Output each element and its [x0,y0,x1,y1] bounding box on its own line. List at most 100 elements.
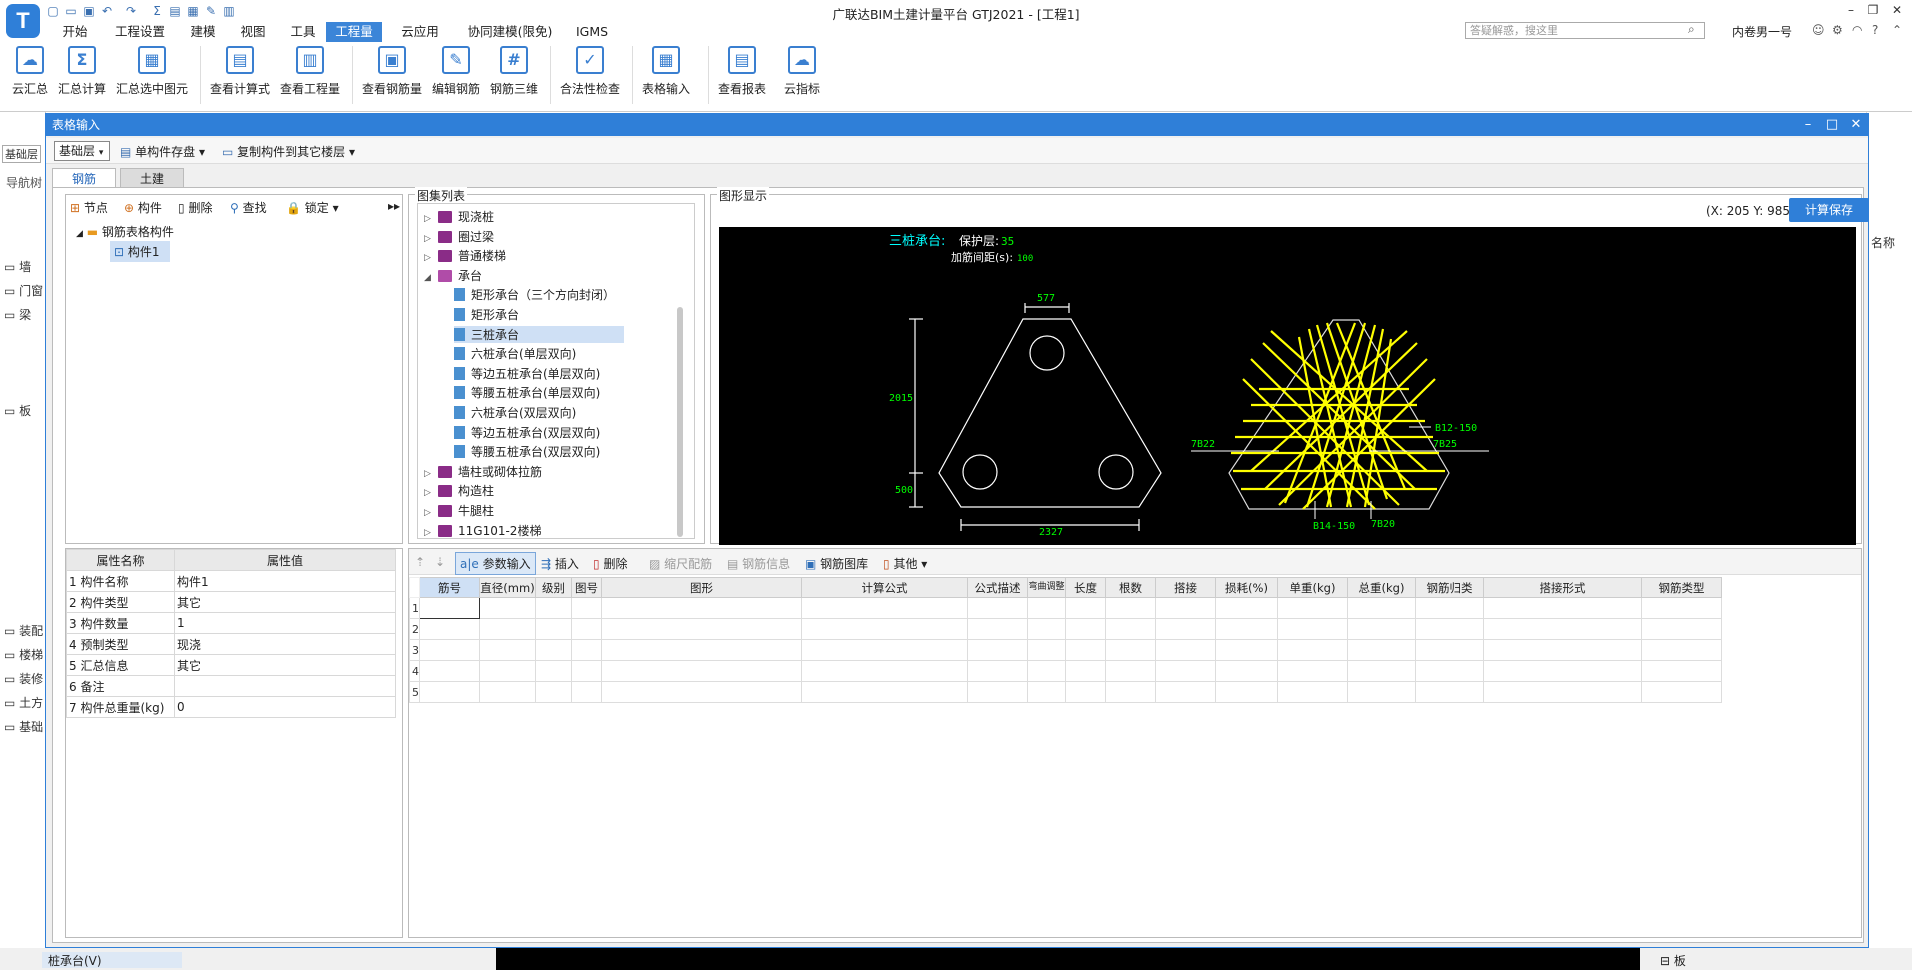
tab-project-settings[interactable]: 工程设置 [104,22,176,42]
tab-civil[interactable]: 土建 [120,168,184,188]
dialog-maximize-icon[interactable]: □ [1820,114,1844,136]
atlas-group[interactable]: ▷ 墙柱或砌体拉筋 [424,463,542,480]
save-component-button[interactable]: ▤ 单构件存盘 ▾ [120,143,205,160]
atlas-item[interactable]: 六桩承台(双层双向) [454,404,576,421]
prop-value[interactable]: 其它 [174,591,396,613]
tree-root[interactable]: ◢ ▬ 钢筋表格构件 [76,223,174,240]
bg-nav-earthwork[interactable]: ▭ 土方 [4,694,43,711]
bg-nav-beam[interactable]: ▭ 梁 [4,306,31,323]
tab-start[interactable]: 开始 [54,22,96,42]
dialog-minimize-icon[interactable]: – [1796,114,1820,136]
close-icon[interactable]: ✕ [1886,2,1908,18]
bg-nav-stairs[interactable]: ▭ 楼梯 [4,646,43,663]
expand-arrow-icon[interactable]: ▷ [424,508,438,518]
atlas-item[interactable]: 等边五桩承台(单层双向) [454,365,600,382]
bg-layer-select[interactable]: 基础层 [2,145,41,163]
table-input-button[interactable]: ▦ 表格输入 [640,46,692,97]
expand-arrow-icon[interactable]: ▷ [424,528,438,538]
col-shape[interactable]: 图形 [601,577,802,598]
atlas-group[interactable]: ▷ 现浇桩 [424,208,494,225]
lock-button[interactable]: 🔒 锁定 ▾ [286,199,339,216]
layer-select[interactable]: 基础层 ▾ [54,141,110,161]
bg-pile-cap-item[interactable]: 桩承台(V) [42,952,182,968]
col-diameter[interactable]: 直径(mm) [479,577,536,598]
expand-arrow-icon[interactable]: ▷ [424,488,438,498]
edit-rebar-button[interactable]: ✎ 编辑钢筋 [430,46,482,97]
prop-value[interactable]: 1 [174,612,396,634]
bg-nav-slab[interactable]: ▭ 板 [4,402,31,419]
param-input-button[interactable]: a|e 参数输入 [455,552,536,575]
tab-collab[interactable]: 协同建模(限免) [458,22,562,42]
search-icon[interactable]: ⌕ [1688,22,1695,37]
minimize-icon[interactable]: – [1840,2,1862,18]
sum-calc-button[interactable]: Σ 汇总计算 [56,46,108,97]
bg-nav-foundation[interactable]: ▭ 基础 [4,718,43,735]
insert-button[interactable]: ⇶ 插入 [541,555,579,572]
atlas-group[interactable]: ▷ 普通楼梯 [424,247,506,264]
col-bend-adjust[interactable]: 弯曲调整 [1027,577,1066,598]
col-figure-no[interactable]: 图号 [571,577,602,598]
prop-value[interactable]: 其它 [174,654,396,676]
atlas-item[interactable]: 矩形承台（三个方向封闭） [454,286,615,303]
copy-to-floors-button[interactable]: ▭ 复制构件到其它楼层 ▾ [222,143,355,160]
move-up-icon[interactable]: ⇡ [415,555,425,569]
help-icon[interactable]: ? [1872,23,1878,37]
settings-icon[interactable]: ⚙ [1832,23,1843,37]
table-row[interactable]: 1 [409,597,1722,619]
table-row[interactable]: 3 [409,639,1722,661]
rebar-3d-button[interactable]: # 钢筋三维 [488,46,540,97]
tab-cloud[interactable]: 云应用 [392,22,448,42]
atlas-group[interactable]: ▷ 构造柱 [424,482,494,499]
prop-value[interactable]: 现浇 [174,633,396,655]
expand-arrow-icon[interactable]: ▷ [424,469,438,479]
table-row[interactable]: 4 [409,660,1722,682]
col-length[interactable]: 长度 [1065,577,1106,598]
col-count[interactable]: 根数 [1105,577,1156,598]
tab-modeling[interactable]: 建模 [182,22,224,42]
component-button[interactable]: ⊕ 构件 [124,199,162,216]
col-lap[interactable]: 搭接 [1155,577,1216,598]
view-rebar-button[interactable]: ▣ 查看钢筋量 [360,46,424,97]
col-formula-desc[interactable]: 公式描述 [967,577,1028,598]
tab-quantity[interactable]: 工程量 [326,22,382,42]
restore-icon[interactable]: ❐ [1862,2,1884,18]
scaled-rebar-button[interactable]: ▨ 缩尺配筋 [649,555,712,572]
tab-igms[interactable]: IGMS [568,22,616,42]
atlas-group[interactable]: ◢ 承台 [424,267,482,284]
col-bar-no[interactable]: 筋号 [419,577,480,598]
calc-save-button[interactable]: 计算保存 [1789,198,1869,222]
col-loss[interactable]: 损耗(%) [1215,577,1278,598]
view-formula-button[interactable]: ▤ 查看计算式 [208,46,272,97]
cloud-index-button[interactable]: ☁ 云指标 [780,46,824,97]
user-name[interactable]: 内卷男一号 [1732,23,1792,40]
atlas-item[interactable]: 等腰五桩承台(双层双向) [454,443,600,460]
atlas-item[interactable]: 等腰五桩承台(单层双向) [454,384,600,401]
atlas-group[interactable]: ▷ 圈过梁 [424,228,494,245]
prop-value[interactable]: 0 [174,696,396,718]
bg-nav-assembly[interactable]: ▭ 装配 [4,622,43,639]
atlas-group[interactable]: ▷ 牛腿柱 [424,502,494,519]
atlas-item[interactable]: 六桩承台(单层双向) [454,345,576,362]
col-lap-form[interactable]: 搭接形式 [1483,577,1642,598]
bg-slab-item[interactable]: ⊟ 板 [1660,952,1686,969]
col-grade[interactable]: 级别 [535,577,572,598]
collapse-icon[interactable]: ⌃ [1892,23,1902,37]
tab-rebar[interactable]: 钢筋 [52,168,116,188]
dialog-close-icon[interactable]: ✕ [1844,114,1868,136]
col-rebar-category[interactable]: 钢筋归类 [1415,577,1484,598]
atlas-item[interactable]: 等边五桩承台(双层双向) [454,424,600,441]
node-button[interactable]: ⊞ 节点 [70,199,108,216]
col-unit-weight[interactable]: 单重(kg) [1277,577,1348,598]
prop-value[interactable]: 构件1 [174,570,396,592]
bg-nav-door[interactable]: ▭ 门窗 [4,282,43,299]
atlas-scrollbar[interactable] [677,307,683,537]
prop-value[interactable] [174,675,396,697]
drawing-canvas[interactable]: 三桩承台: 保护层: 35 加筋间距(s): 100 577 2015 500 … [719,227,1856,545]
view-report-button[interactable]: ▤ 查看报表 [716,46,768,97]
col-total-weight[interactable]: 总重(kg) [1347,577,1416,598]
tab-tools[interactable]: 工具 [282,22,324,42]
col-formula[interactable]: 计算公式 [801,577,968,598]
table-row[interactable]: 2 [409,618,1722,640]
tab-view[interactable]: 视图 [232,22,274,42]
sum-selected-button[interactable]: ▦ 汇总选中图元 [114,46,190,97]
